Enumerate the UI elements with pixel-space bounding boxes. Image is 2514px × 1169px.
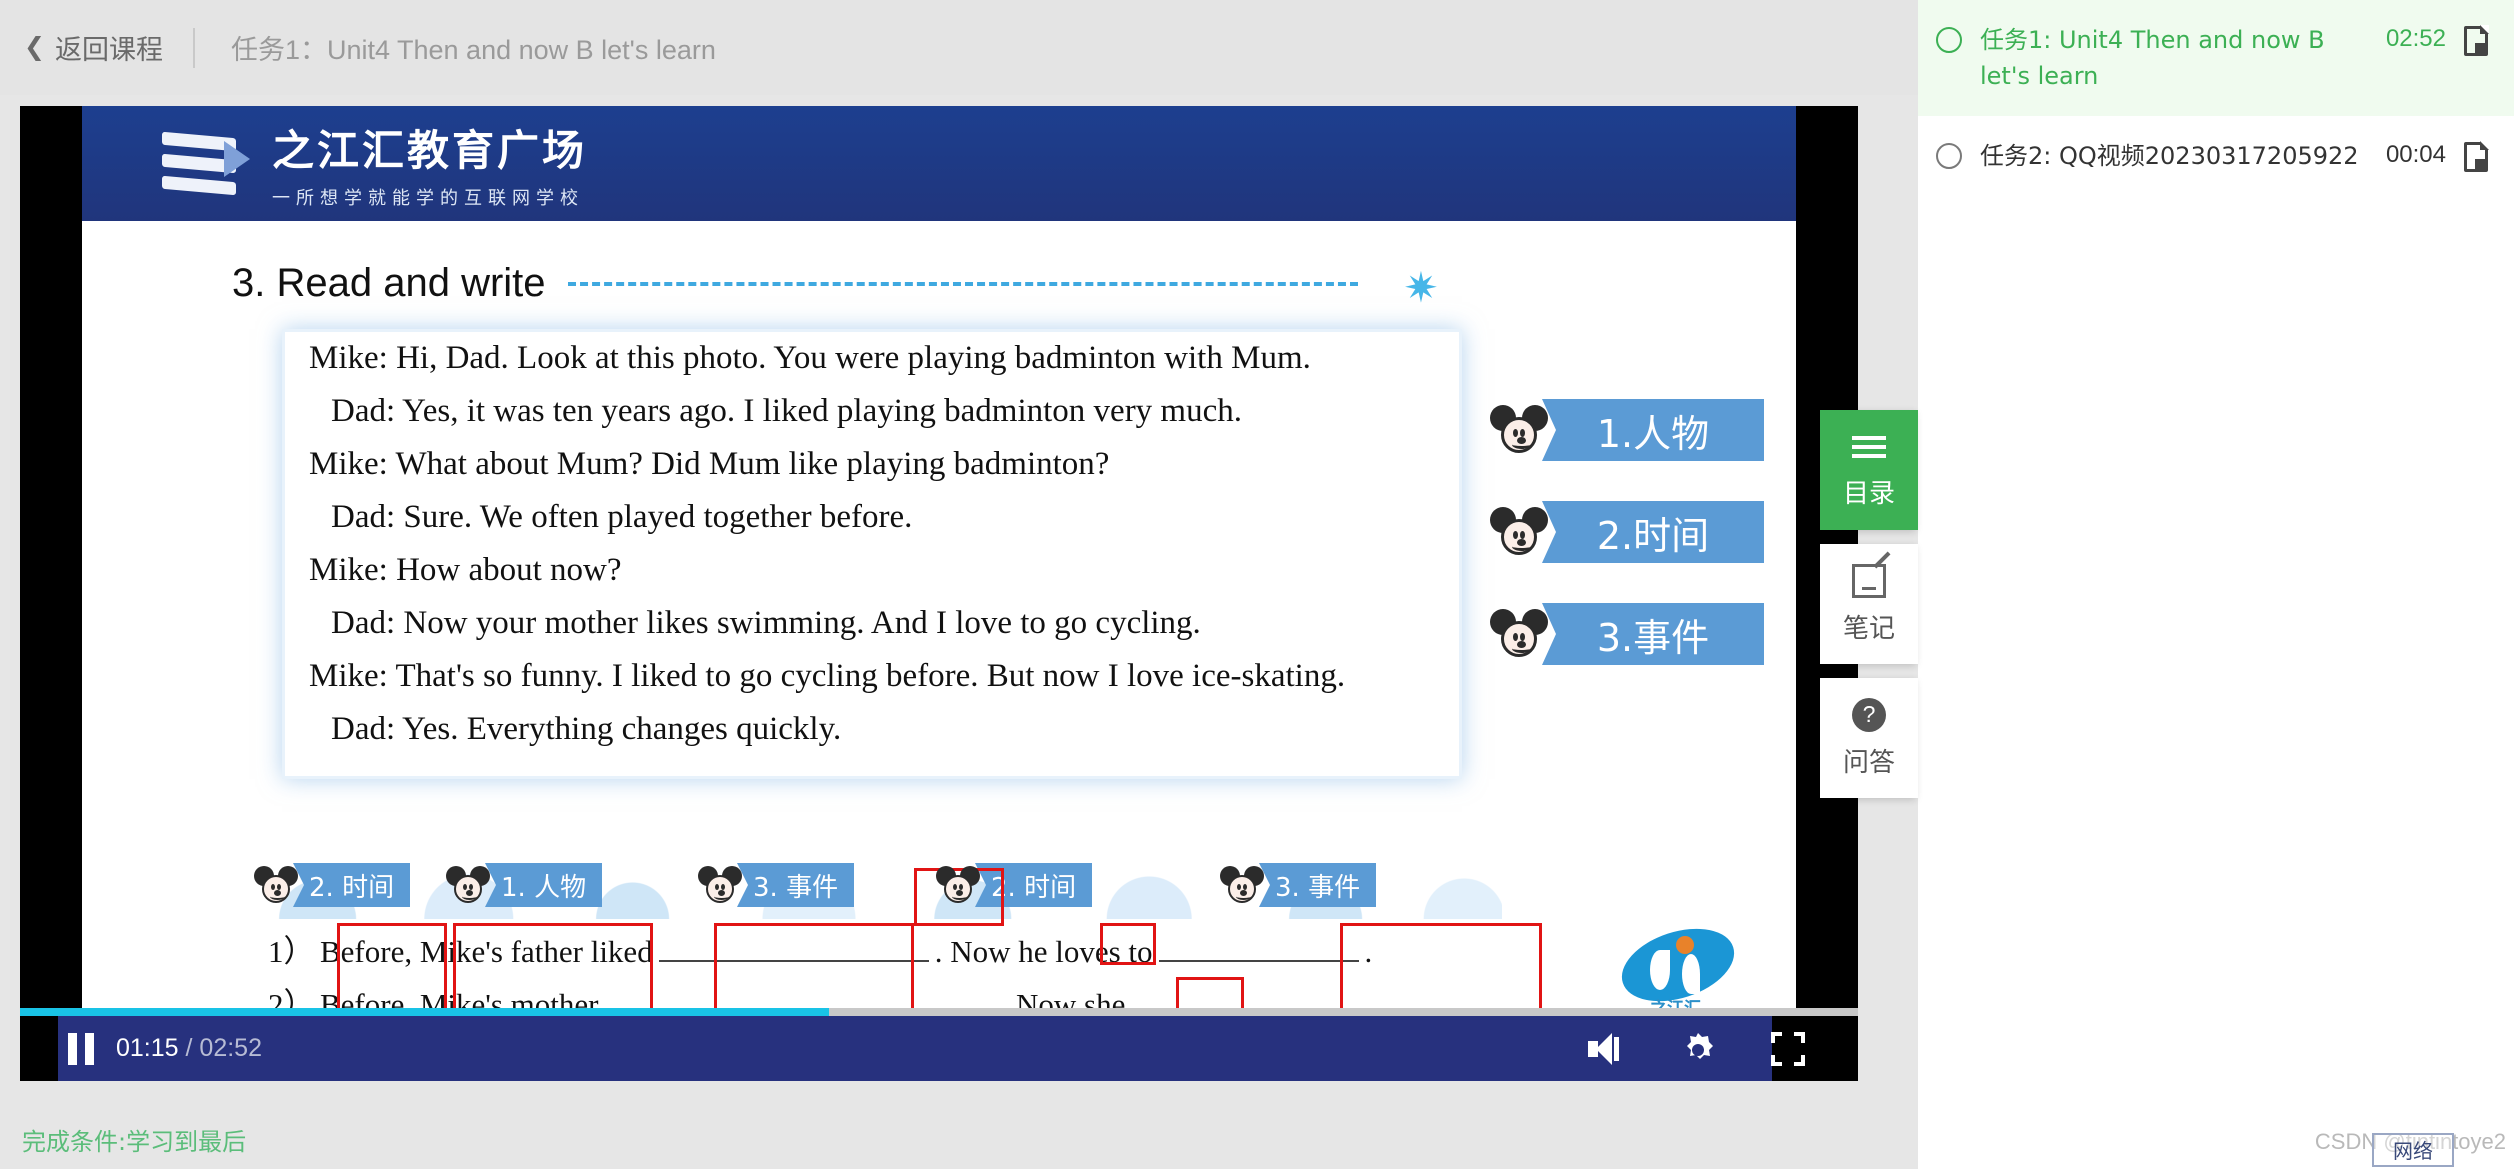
- sparkle-icon: ✷: [1403, 264, 1439, 311]
- video-progress-fill: [20, 1008, 829, 1016]
- exercise-tail: he loves to: [1018, 934, 1153, 969]
- tag-row-item: 2. 时间: [936, 863, 1093, 907]
- document-icon[interactable]: [2464, 141, 2489, 172]
- gear-icon[interactable]: [1676, 1027, 1720, 1071]
- task-title: 任务2: QQ视频20230317205922: [1980, 142, 2359, 170]
- tag-box-label: 1.人物: [1542, 399, 1764, 461]
- note-icon: [1852, 563, 1886, 598]
- tag-row-label: 3. 事件: [1259, 863, 1377, 907]
- volume-icon[interactable]: [1586, 1027, 1630, 1071]
- dialog-line: Mike: How about now?: [309, 552, 622, 588]
- section-heading: 3. Read and write: [232, 261, 1358, 306]
- dialog-card: Mike: Hi, Dad. Look at this photo. You w…: [282, 329, 1462, 779]
- dialog-line: Mike: Hi, Dad. Look at this photo. You w…: [309, 340, 1311, 376]
- mickey-icon: [1490, 405, 1548, 455]
- top-bar: ❮ 返回课程 任务1：Unit4 Then and now B let's le…: [0, 0, 1918, 95]
- answer-blank[interactable]: [1158, 934, 1359, 962]
- topbar-divider: [192, 27, 195, 68]
- tag-box-event: 3.事件: [1490, 603, 1764, 665]
- exercise-list: 1） Before, Mike's father liked . Now he …: [268, 926, 1528, 1016]
- video-stage[interactable]: 之江汇教育广场 一所想学就能学的互联网学校 3. Read and write …: [82, 106, 1796, 1016]
- page-root: ❮ 返回课程 任务1：Unit4 Then and now B let's le…: [0, 0, 2514, 1169]
- zjh-logo-icon: 之江汇: [1612, 915, 1744, 1016]
- total-time: 02:52: [199, 1034, 262, 1062]
- tag-row-label: 1. 人物: [485, 863, 603, 907]
- section-heading-text: 3. Read and write: [232, 261, 546, 305]
- book-play-logo-icon: [162, 129, 250, 199]
- slide-brand-header: 之江汇教育广场 一所想学就能学的互联网学校: [82, 106, 1796, 221]
- fullscreen-icon[interactable]: [1766, 1027, 1810, 1071]
- tag-row-item: 3. 事件: [698, 863, 855, 907]
- mickey-icon: [254, 866, 298, 904]
- side-tab-catalog[interactable]: 目录: [1820, 410, 1918, 530]
- task-status-radio[interactable]: [1936, 143, 1962, 169]
- question-icon: ?: [1852, 697, 1886, 732]
- completion-condition-note: 完成条件:学习到最后: [22, 1128, 247, 1156]
- dialog-line: Dad: Now your mother likes swimming. And…: [331, 605, 1201, 641]
- task-duration: 02:52: [2385, 25, 2446, 52]
- tag-box-label: 2.时间: [1542, 501, 1764, 563]
- exercise-subject: Mike's father liked: [419, 934, 653, 969]
- answer-blank[interactable]: [658, 934, 929, 962]
- side-tab-label: 目录: [1842, 478, 1895, 509]
- pause-button[interactable]: [68, 1032, 94, 1065]
- side-tab-qa[interactable]: ? 问答: [1820, 678, 1918, 798]
- video-progress-bar[interactable]: [20, 1008, 1858, 1016]
- tag-row-item: 1. 人物: [446, 863, 603, 907]
- mickey-icon: [1490, 507, 1548, 557]
- task-list-item[interactable]: 任务2: QQ视频20230317205922 00:04: [1918, 116, 2514, 216]
- exercise-number: 1）: [268, 934, 315, 969]
- side-tab-label: 问答: [1842, 747, 1895, 778]
- side-tab-notes[interactable]: 笔记: [1820, 544, 1918, 664]
- dialog-line: Mike: That's so funny. I liked to go cyc…: [309, 658, 1346, 694]
- side-tab-label: 笔记: [1842, 613, 1895, 644]
- brand-subtitle: 一所想学就能学的互联网学校: [272, 188, 584, 209]
- dialog-line: Dad: Sure. We often played together befo…: [331, 499, 913, 535]
- dotted-rule: [567, 281, 1358, 286]
- chevron-left-icon: ❮: [24, 33, 45, 61]
- side-tab-strip: 目录 笔记 ? 问答: [1820, 410, 1918, 812]
- mickey-icon: [1220, 866, 1264, 904]
- task-title: 任务1: Unit4 Then and now B let's learn: [1980, 26, 2325, 90]
- dialog-line: Dad: Yes. Everything changes quickly.: [331, 711, 842, 747]
- mickey-icon: [698, 866, 742, 904]
- watermark-box-label: 网络: [2372, 1133, 2454, 1167]
- document-icon[interactable]: [2464, 25, 2489, 56]
- mickey-icon: [936, 866, 980, 904]
- task-status-radio[interactable]: [1936, 27, 1962, 53]
- tag-row-item: 3. 事件: [1220, 863, 1377, 907]
- exercise-mid: . Now: [934, 934, 1011, 969]
- current-time: 01:15: [116, 1034, 179, 1062]
- video-control-bar: 01:15 / 02:52: [20, 1016, 1858, 1081]
- brand-title: 之江汇教育广场: [272, 126, 588, 175]
- tag-row-label: 3. 事件: [737, 863, 855, 907]
- page-title: 任务1：Unit4 Then and now B let's learn: [230, 35, 716, 65]
- mickey-icon: [446, 866, 490, 904]
- slide-body: 3. Read and write ✷ Mike: Hi, Dad. Look …: [82, 221, 1796, 1016]
- tag-row-label: 2. 时间: [975, 863, 1093, 907]
- mickey-icon: [1490, 609, 1548, 659]
- back-to-course-label: 返回课程: [54, 35, 163, 65]
- hamburger-icon: [1852, 431, 1886, 463]
- time-separator: /: [185, 1034, 193, 1062]
- back-to-course-button[interactable]: ❮ 返回课程: [24, 28, 163, 67]
- tag-box-label: 3.事件: [1542, 603, 1764, 665]
- tag-row-label: 2. 时间: [293, 863, 411, 907]
- tag-row-item: 2. 时间: [254, 863, 411, 907]
- video-player[interactable]: 之江汇教育广场 一所想学就能学的互联网学校 3. Read and write …: [20, 106, 1858, 1081]
- task-sidebar: 任务1: Unit4 Then and now B let's learn 02…: [1918, 0, 2514, 1169]
- time-readout: 01:15 / 02:52: [116, 1034, 262, 1063]
- exercise-end: .: [1364, 934, 1373, 969]
- exercise-row: 1） Before, Mike's father liked . Now he …: [268, 926, 1528, 979]
- task-list-item[interactable]: 任务1: Unit4 Then and now B let's learn 02…: [1918, 0, 2514, 116]
- tag-box-character: 1.人物: [1490, 399, 1764, 461]
- task-duration: 00:04: [2385, 141, 2446, 168]
- tag-box-time: 2.时间: [1490, 501, 1764, 563]
- dialog-line: Mike: What about Mum? Did Mum like playi…: [309, 446, 1110, 482]
- exercise-before: Before,: [320, 934, 413, 969]
- dialog-line: Dad: Yes, it was ten years ago. I liked …: [331, 393, 1242, 429]
